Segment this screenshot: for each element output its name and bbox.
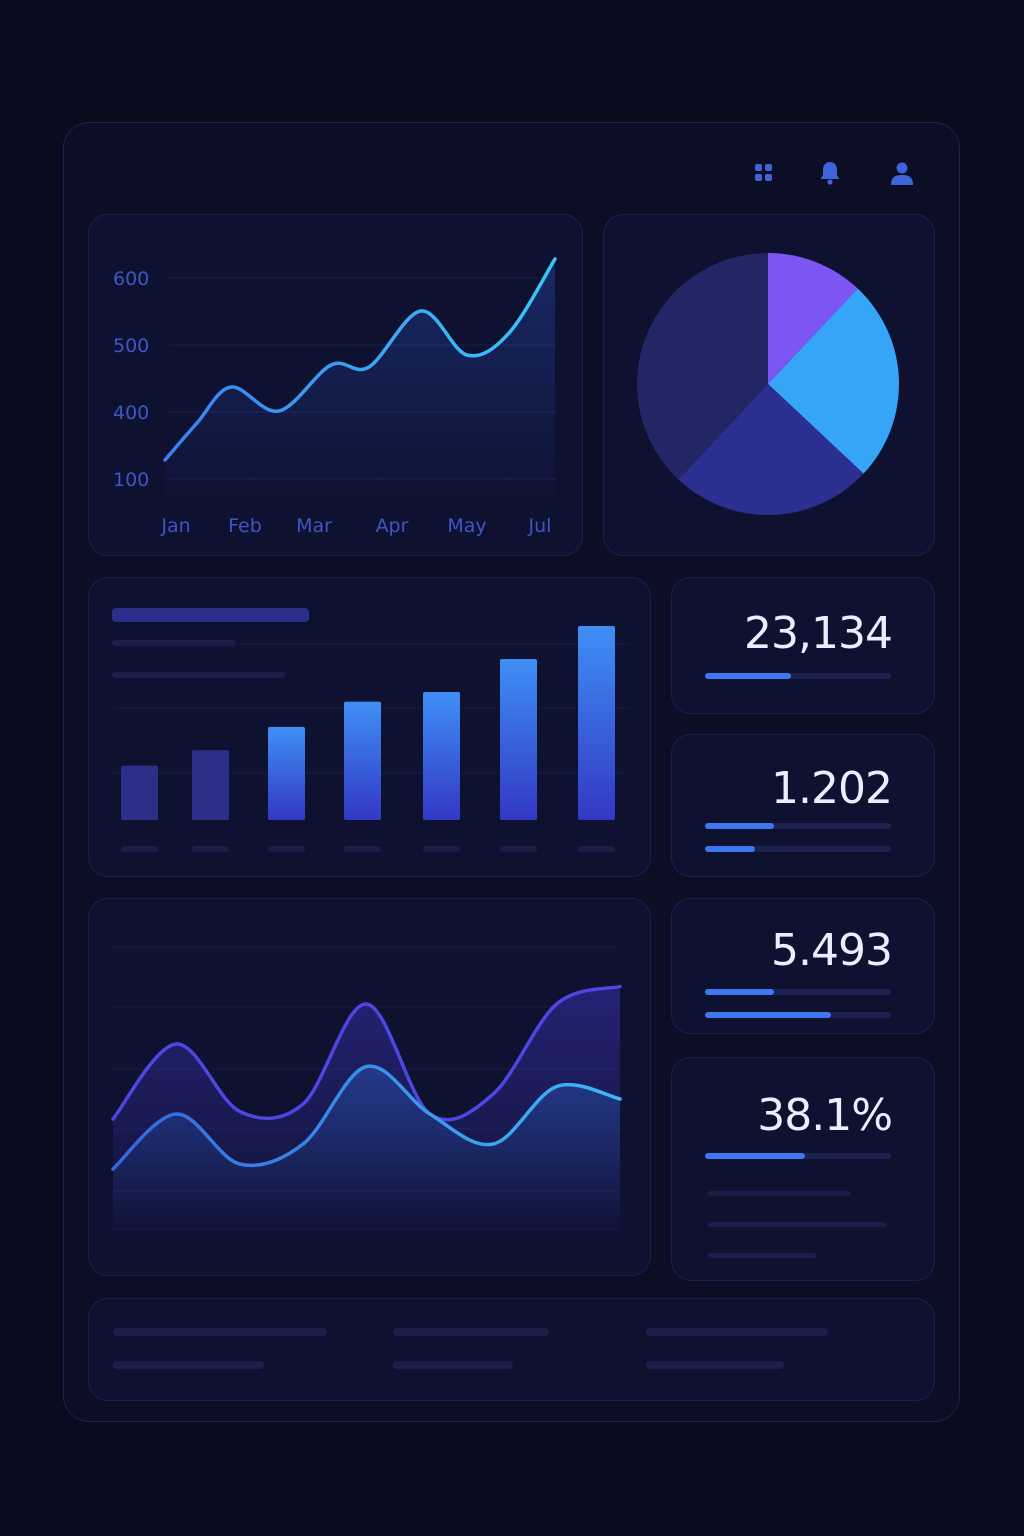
bar-label-placeholder [423, 846, 460, 852]
bar-label-placeholder [121, 846, 158, 852]
line-chart: 600 500 400 100 Jan Feb Mar Apr May Jul [113, 257, 557, 537]
text-placeholder [646, 1328, 828, 1336]
bar-label-placeholder [192, 846, 229, 852]
kpi-progress-fill [705, 989, 774, 995]
text-placeholder [113, 1328, 327, 1336]
y-tick-label: 400 [113, 402, 149, 424]
apps-grid-icon[interactable] [749, 158, 779, 188]
bar-label-placeholder [500, 846, 537, 852]
y-tick-label: 100 [113, 469, 149, 491]
kpi-card: 38.1% [671, 1057, 935, 1281]
text-placeholder [393, 1361, 513, 1369]
line-chart-card: 600 500 400 100 Jan Feb Mar Apr May Jul [88, 214, 583, 556]
bar-label-placeholder [268, 846, 305, 852]
bar-chart [113, 626, 629, 852]
kpi-progress-fill [705, 823, 774, 829]
bell-icon[interactable] [815, 158, 845, 188]
footer-card [88, 1298, 935, 1401]
text-placeholder [393, 1328, 549, 1336]
text-placeholder [113, 1361, 264, 1369]
kpi-progress-track [705, 989, 891, 995]
line-area-fill [165, 259, 555, 515]
bar [192, 750, 229, 820]
x-tick-label: Feb [228, 515, 262, 537]
bar-label-placeholder [344, 846, 381, 852]
x-tick-label: May [447, 515, 486, 537]
kpi-progress-fill [705, 1153, 806, 1159]
area-chart-card [88, 898, 651, 1276]
kpi-card: 5.493 [671, 898, 935, 1034]
kpi-progress-fill [705, 846, 756, 852]
kpi-progress-track [705, 846, 891, 852]
bar-label-placeholder [578, 846, 615, 852]
y-tick-label: 500 [113, 335, 149, 357]
kpi-value: 23,134 [744, 608, 893, 659]
x-tick-label: Apr [376, 515, 409, 537]
text-placeholder [708, 1191, 851, 1196]
pie-chart [637, 253, 899, 515]
kpi-value: 1.202 [771, 763, 893, 814]
x-tick-label: Jul [528, 515, 552, 537]
x-tick-label: Jan [160, 515, 190, 537]
bar [121, 765, 158, 820]
bar [344, 701, 381, 820]
kpi-progress-track [705, 1153, 891, 1159]
bar [500, 658, 537, 820]
bar [578, 626, 615, 820]
kpi-card: 23,134 [671, 577, 935, 714]
area-chart [111, 946, 622, 1230]
bar [423, 691, 460, 820]
pie-chart-card [603, 214, 935, 556]
bar-chart-card [88, 577, 651, 877]
kpi-progress-fill [705, 1012, 832, 1018]
kpi-card: 1.202 [671, 734, 935, 877]
kpi-progress-track [705, 1012, 891, 1018]
text-placeholder [708, 1253, 816, 1258]
kpi-value: 5.493 [771, 925, 893, 976]
y-tick-label: 600 [113, 268, 149, 290]
user-icon[interactable] [887, 158, 917, 188]
kpi-progress-track [705, 673, 891, 679]
bar [268, 726, 305, 820]
kpi-value: 38.1% [757, 1090, 893, 1141]
kpi-progress-fill [705, 673, 791, 679]
text-placeholder [646, 1361, 784, 1369]
text-placeholder [708, 1222, 886, 1227]
x-tick-label: Mar [296, 515, 332, 537]
kpi-progress-track [705, 823, 891, 829]
